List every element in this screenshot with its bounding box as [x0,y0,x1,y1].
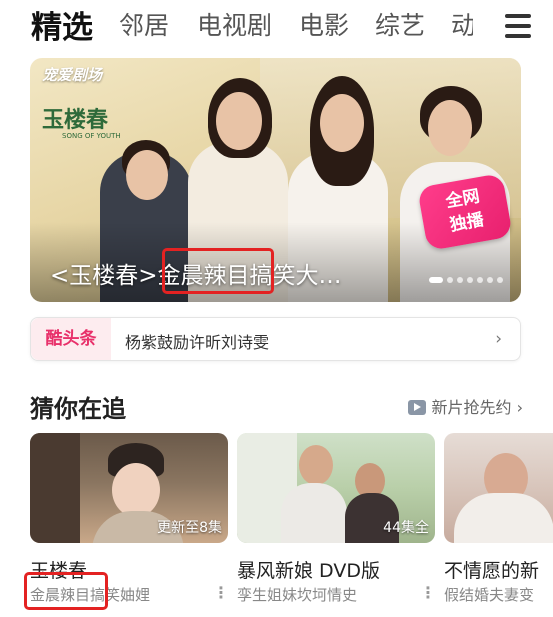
video-card[interactable]: 44集全 暴风新娘 DVD版 孪生姐妹坎坷情史 ⋮ [237,433,437,613]
headline-logo: 酷头条 [31,318,111,360]
pager-dot[interactable] [447,277,453,283]
banner-brand: 宠爱剧场 [42,66,103,84]
tab-featured[interactable]: 精选 [31,2,93,47]
video-thumbnail[interactable]: 更新至8集 [30,433,228,543]
tv-play-icon [408,400,427,415]
top-nav: 精选 邻居 电视剧 电影 综艺 动 [0,0,553,52]
new-release-link[interactable]: 新片抢先约 › [408,394,523,418]
pager-dot[interactable] [457,277,463,283]
section-title: 猜你在追 [30,395,126,423]
episode-badge: 更新至8集 [157,520,222,536]
video-subtitle: 孪生姐妹坎坷情史 [237,586,358,604]
hamburger-menu-icon[interactable] [505,14,531,38]
episode-badge: 44集全 [383,520,429,536]
tab-tv-series[interactable]: 电视剧 [197,6,272,42]
pager-dot[interactable] [477,277,483,283]
video-title[interactable]: 暴风新娘 DVD版 [237,556,380,583]
headline-text[interactable]: 杨紫鼓励许昕刘诗雯 [125,329,269,353]
hero-banner[interactable]: 宠爱剧场 玉楼春 SONG OF YOUTH 全网 独播 <玉楼春>金晨辣目搞笑… [30,58,521,302]
tab-neighbors[interactable]: 邻居 [119,6,169,42]
video-subtitle: 假结婚夫妻变 [444,586,535,604]
banner-show-logo-subtitle: SONG OF YOUTH [62,132,121,140]
pager-dot[interactable] [467,277,473,283]
tab-variety[interactable]: 综艺 [375,6,425,42]
video-title[interactable]: 不情愿的新 [444,556,539,583]
more-options-icon[interactable]: ⋮ [420,583,436,602]
more-options-icon[interactable]: ⋮ [213,583,229,602]
highlight-box [162,248,274,294]
video-thumbnail[interactable]: 44集全 [237,433,435,543]
video-card[interactable]: 不情愿的新 假结婚夫妻变 [444,433,553,613]
new-release-label: 新片抢先约 [431,398,512,417]
headline-news-bar[interactable]: 酷头条 杨紫鼓励许昕刘诗雯 › [30,317,521,361]
pager-dot[interactable] [487,277,493,283]
chevron-right-icon: › [516,398,523,417]
pager-dot[interactable] [497,277,503,283]
tab-anime[interactable]: 动 [451,6,473,42]
tab-movies[interactable]: 电影 [299,6,349,42]
chevron-right-icon[interactable]: › [495,329,502,349]
banner-show-logo: 玉楼春 [42,107,109,133]
video-thumbnail[interactable] [444,433,553,543]
highlight-box [24,572,108,610]
banner-pager[interactable] [429,277,503,283]
pager-dot[interactable] [429,277,443,283]
